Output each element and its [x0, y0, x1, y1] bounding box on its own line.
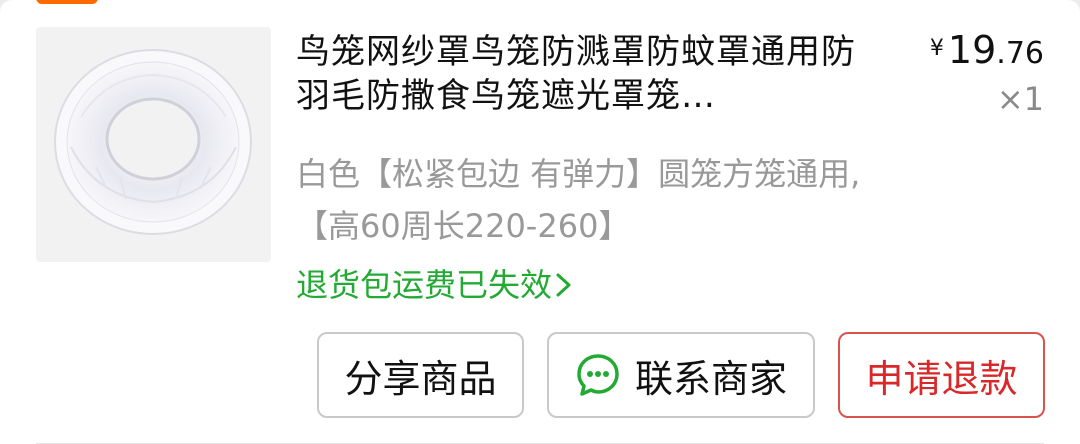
contact-seller-label: 联系商家: [634, 356, 787, 401]
product-thumbnail[interactable]: [36, 27, 271, 262]
order-item-card: 鸟笼网纱罩鸟笼防溅罩防蚊罩通用防羽毛防撒食鸟笼遮光罩笼… ¥19.76 ×1 白…: [0, 0, 1080, 444]
request-refund-label: 申请退款: [865, 356, 1018, 401]
product-spec: 白色【松紧包边 有弹力】圆笼方笼通用,【高60周长220-260】: [296, 155, 861, 245]
price-decimal: .76: [996, 36, 1044, 71]
product-title[interactable]: 鸟笼网纱罩鸟笼防溅罩防蚊罩通用防羽毛防撒食鸟笼遮光罩笼…: [296, 30, 866, 118]
chevron-right-icon: [554, 270, 574, 300]
product-quantity: ×1: [996, 80, 1044, 118]
share-product-button[interactable]: 分享商品: [317, 332, 524, 418]
return-notice-text: 退货包运费已失效: [296, 266, 553, 304]
order-item-page: 鸟笼网纱罩鸟笼防溅罩防蚊罩通用防羽毛防撒食鸟笼遮光罩笼… ¥19.76 ×1 白…: [0, 0, 1080, 444]
mesh-cover-image: [54, 49, 252, 235]
request-refund-button[interactable]: 申请退款: [838, 332, 1045, 418]
contact-seller-button[interactable]: 联系商家: [547, 332, 815, 418]
price-currency: ¥: [929, 36, 944, 61]
price-integer: 19: [947, 28, 997, 72]
return-shipping-notice-link[interactable]: 退货包运费已失效: [296, 263, 574, 307]
product-price: ¥19.76: [930, 28, 1044, 72]
share-product-label: 分享商品: [344, 356, 497, 401]
chat-bubble-icon: [575, 352, 621, 398]
order-tag: [36, 0, 98, 4]
